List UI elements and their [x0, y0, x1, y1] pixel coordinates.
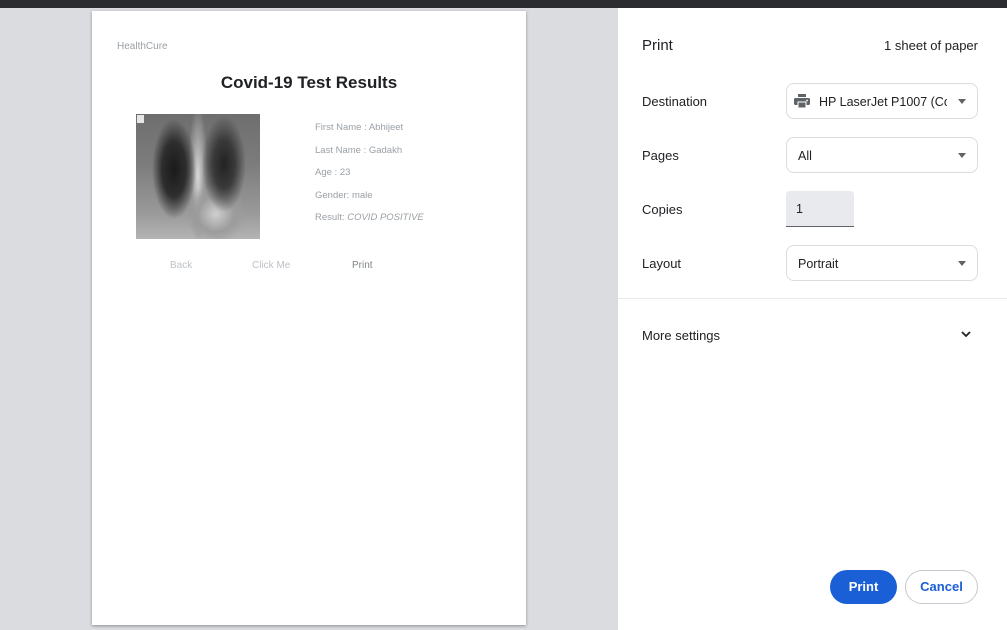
destination-select[interactable]: HP LaserJet P1007 (Copy [786, 83, 978, 119]
printer-icon [794, 94, 810, 108]
pages-label: Pages [642, 148, 679, 163]
xray-image [136, 114, 260, 239]
copies-label: Copies [642, 202, 683, 217]
patient-info: First Name : Abhijeet Last Name : Gadakh… [315, 117, 424, 230]
gender-text: Gender: male [315, 189, 373, 201]
chevron-down-icon[interactable] [961, 329, 971, 339]
divider [618, 298, 1007, 299]
copies-input[interactable]: 1 [786, 191, 854, 227]
click-me-link: Click Me [252, 260, 291, 271]
print-link: Print [352, 260, 373, 271]
destination-value: HP LaserJet P1007 (Copy [819, 95, 947, 109]
panel-title: Print [642, 37, 673, 54]
copies-value: 1 [796, 202, 803, 216]
pages-select[interactable]: All [786, 137, 978, 173]
back-link: Back [170, 260, 193, 271]
result-value: COVID POSITIVE [347, 212, 424, 223]
destination-label: Destination [642, 94, 708, 109]
last-name-text: Last Name : Gadakh [315, 144, 403, 156]
more-settings-toggle[interactable]: More settings [642, 328, 720, 343]
dropdown-arrow-icon [958, 261, 966, 266]
print-preview-area[interactable]: HealthCure Covid-19 Test Results First N… [0, 8, 618, 630]
print-settings-panel: Print 1 sheet of paper Destination HP La… [618, 8, 1007, 630]
layout-label: Layout [642, 256, 682, 271]
xray-marker [137, 115, 144, 123]
sheet-count: 1 sheet of paper [884, 38, 978, 53]
result-label: Result: [315, 212, 345, 223]
layout-value: Portrait [798, 257, 839, 271]
preview-page: HealthCure Covid-19 Test Results First N… [92, 11, 526, 625]
dropdown-arrow-icon [958, 99, 966, 104]
print-button[interactable]: Print [830, 570, 897, 604]
first-name-text: First Name : Abhijeet [315, 122, 404, 133]
age-text: Age : 23 [315, 167, 351, 178]
brand-name: HealthCure [117, 41, 168, 52]
result-text: Result: COVID POSITIVE [315, 207, 424, 230]
pages-value: All [798, 149, 812, 163]
dropdown-arrow-icon [958, 153, 966, 158]
cancel-button[interactable]: Cancel [905, 570, 978, 604]
layout-select[interactable]: Portrait [786, 245, 978, 281]
window-top-strip [0, 0, 1007, 8]
document-title: Covid-19 Test Results [220, 73, 398, 92]
